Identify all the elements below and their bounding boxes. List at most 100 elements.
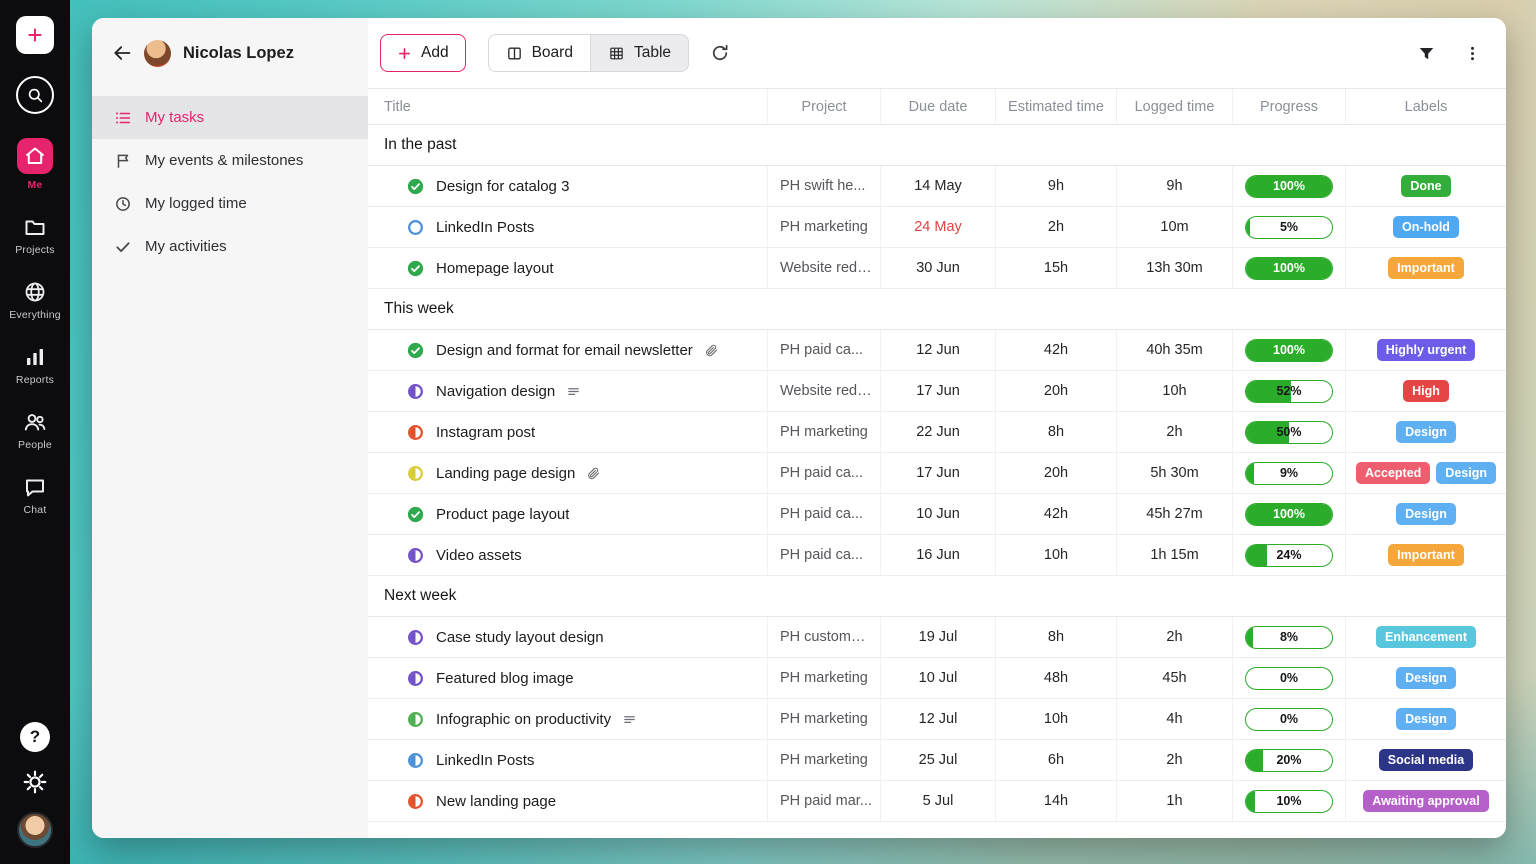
task-title[interactable]: Instagram post [436,424,535,441]
table-view-button[interactable]: Table [591,34,689,72]
profile-avatar[interactable] [17,812,53,848]
status-progress-icon[interactable] [406,792,425,811]
status-progress-icon[interactable] [406,382,425,401]
column-header[interactable]: Due date [881,89,996,124]
label-badge[interactable]: Design [1396,708,1456,730]
task-title[interactable]: Design for catalog 3 [436,178,569,195]
task-estimated-time: 20h [1044,465,1068,481]
task-title[interactable]: LinkedIn Posts [436,219,534,236]
sidebar-item-my-activities[interactable]: My activities [92,225,368,268]
task-row[interactable]: Design for catalog 3PH swift he...14 May… [368,166,1506,207]
task-estimated-time: 15h [1044,260,1068,276]
label-badge[interactable]: Important [1388,544,1464,566]
task-row[interactable]: LinkedIn PostsPH marketing24 May2h10m5%O… [368,207,1506,248]
task-row[interactable]: Navigation designWebsite rede..17 Jun20h… [368,371,1506,412]
status-progress-icon[interactable] [406,423,425,442]
help-icon: ? [30,727,40,747]
status-complete-icon[interactable] [406,259,425,278]
label-badge[interactable]: Social media [1379,749,1473,771]
status-complete-icon[interactable] [406,177,425,196]
task-row[interactable]: Case study layout designPH customer...19… [368,617,1506,658]
sidebar-item-my-events[interactable]: My events & milestones [92,139,368,182]
status-complete-icon[interactable] [406,341,425,360]
section-header[interactable]: This week [368,289,1506,330]
sidebar-item-my-tasks[interactable]: My tasks [92,96,368,139]
sidebar-item-my-logged-time[interactable]: My logged time [92,182,368,225]
task-row[interactable]: Homepage layoutWebsite rede..30 Jun15h13… [368,248,1506,289]
label-badge[interactable]: On-hold [1393,216,1459,238]
label-badge[interactable]: Important [1388,257,1464,279]
progress-bar: 100% [1245,339,1333,362]
progress-value: 0% [1246,709,1332,730]
refresh-button[interactable] [710,43,730,63]
task-title[interactable]: Infographic on productivity [436,711,611,728]
label-badge[interactable]: Accepted [1356,462,1430,484]
label-badge[interactable]: Highly urgent [1377,339,1476,361]
help-button[interactable]: ? [20,722,50,752]
status-progress-icon[interactable] [406,218,425,237]
task-row[interactable]: Design and format for email newsletterPH… [368,330,1506,371]
quick-add-button[interactable] [16,16,54,54]
label-badge[interactable]: Design [1396,667,1456,689]
task-title[interactable]: Featured blog image [436,670,574,687]
task-row[interactable]: New landing pagePH paid mar...5 Jul14h1h… [368,781,1506,822]
task-title[interactable]: Landing page design [436,465,575,482]
task-row[interactable]: Landing page designPH paid ca...17 Jun20… [368,453,1506,494]
task-row[interactable]: Product page layoutPH paid ca...10 Jun42… [368,494,1506,535]
sidebar-header: Nicolas Lopez [92,18,368,88]
label-badge[interactable]: Design [1396,421,1456,443]
task-row[interactable]: Infographic on productivityPH marketing1… [368,699,1506,740]
nav-item-chat[interactable]: Chat [23,475,47,516]
nav-item-everything[interactable]: Everything [9,280,61,321]
status-progress-icon[interactable] [406,628,425,647]
settings-button[interactable] [22,769,48,795]
nav-item-people[interactable]: People [18,410,52,451]
status-progress-icon[interactable] [406,751,425,770]
nav-item-projects[interactable]: Projects [15,215,55,256]
column-header[interactable]: Title [368,89,768,124]
task-row[interactable]: Featured blog imagePH marketing10 Jul48h… [368,658,1506,699]
task-title[interactable]: Case study layout design [436,629,604,646]
progress-bar: 100% [1245,175,1333,198]
add-task-button[interactable]: Add [380,34,466,72]
section-header[interactable]: Next week [368,576,1506,617]
task-title[interactable]: Navigation design [436,383,555,400]
nav-item-reports[interactable]: Reports [16,345,54,386]
search-button[interactable] [16,76,54,114]
section-header[interactable]: In the past [368,125,1506,166]
column-header[interactable]: Estimated time [996,89,1117,124]
sidebar-item-label: My activities [145,238,227,255]
more-options-button[interactable] [1463,44,1482,63]
task-due-date: 5 Jul [923,793,954,809]
label-badge[interactable]: Enhancement [1376,626,1476,648]
column-header-label: Title [384,99,411,115]
status-complete-icon[interactable] [406,505,425,524]
column-header[interactable]: Labels [1346,89,1506,124]
task-title[interactable]: Design and format for email newsletter [436,342,693,359]
label-badge[interactable]: Done [1401,175,1450,197]
task-title[interactable]: LinkedIn Posts [436,752,534,769]
task-title[interactable]: Video assets [436,547,522,564]
task-row[interactable]: Instagram postPH marketing22 Jun8h2h50%D… [368,412,1506,453]
label-badge[interactable]: High [1403,380,1449,402]
label-badge[interactable]: Design [1436,462,1496,484]
task-title[interactable]: Product page layout [436,506,569,523]
label-badge[interactable]: Awaiting approval [1363,790,1488,812]
back-button[interactable] [112,43,132,63]
column-header[interactable]: Project [768,89,881,124]
status-progress-icon[interactable] [406,710,425,729]
status-progress-icon[interactable] [406,669,425,688]
task-row[interactable]: Video assetsPH paid ca...16 Jun10h1h 15m… [368,535,1506,576]
task-row[interactable]: LinkedIn PostsPH marketing25 Jul6h2h20%S… [368,740,1506,781]
column-header[interactable]: Progress [1233,89,1346,124]
column-header[interactable]: Logged time [1117,89,1233,124]
status-progress-icon[interactable] [406,546,425,565]
board-view-button[interactable]: Board [488,34,591,72]
task-title[interactable]: Homepage layout [436,260,554,277]
nav-item-me[interactable]: Me [17,138,53,191]
label-badge[interactable]: Design [1396,503,1456,525]
task-title[interactable]: New landing page [436,793,556,810]
status-progress-icon[interactable] [406,464,425,483]
section-title: Next week [384,587,456,605]
filter-button[interactable] [1417,44,1436,63]
